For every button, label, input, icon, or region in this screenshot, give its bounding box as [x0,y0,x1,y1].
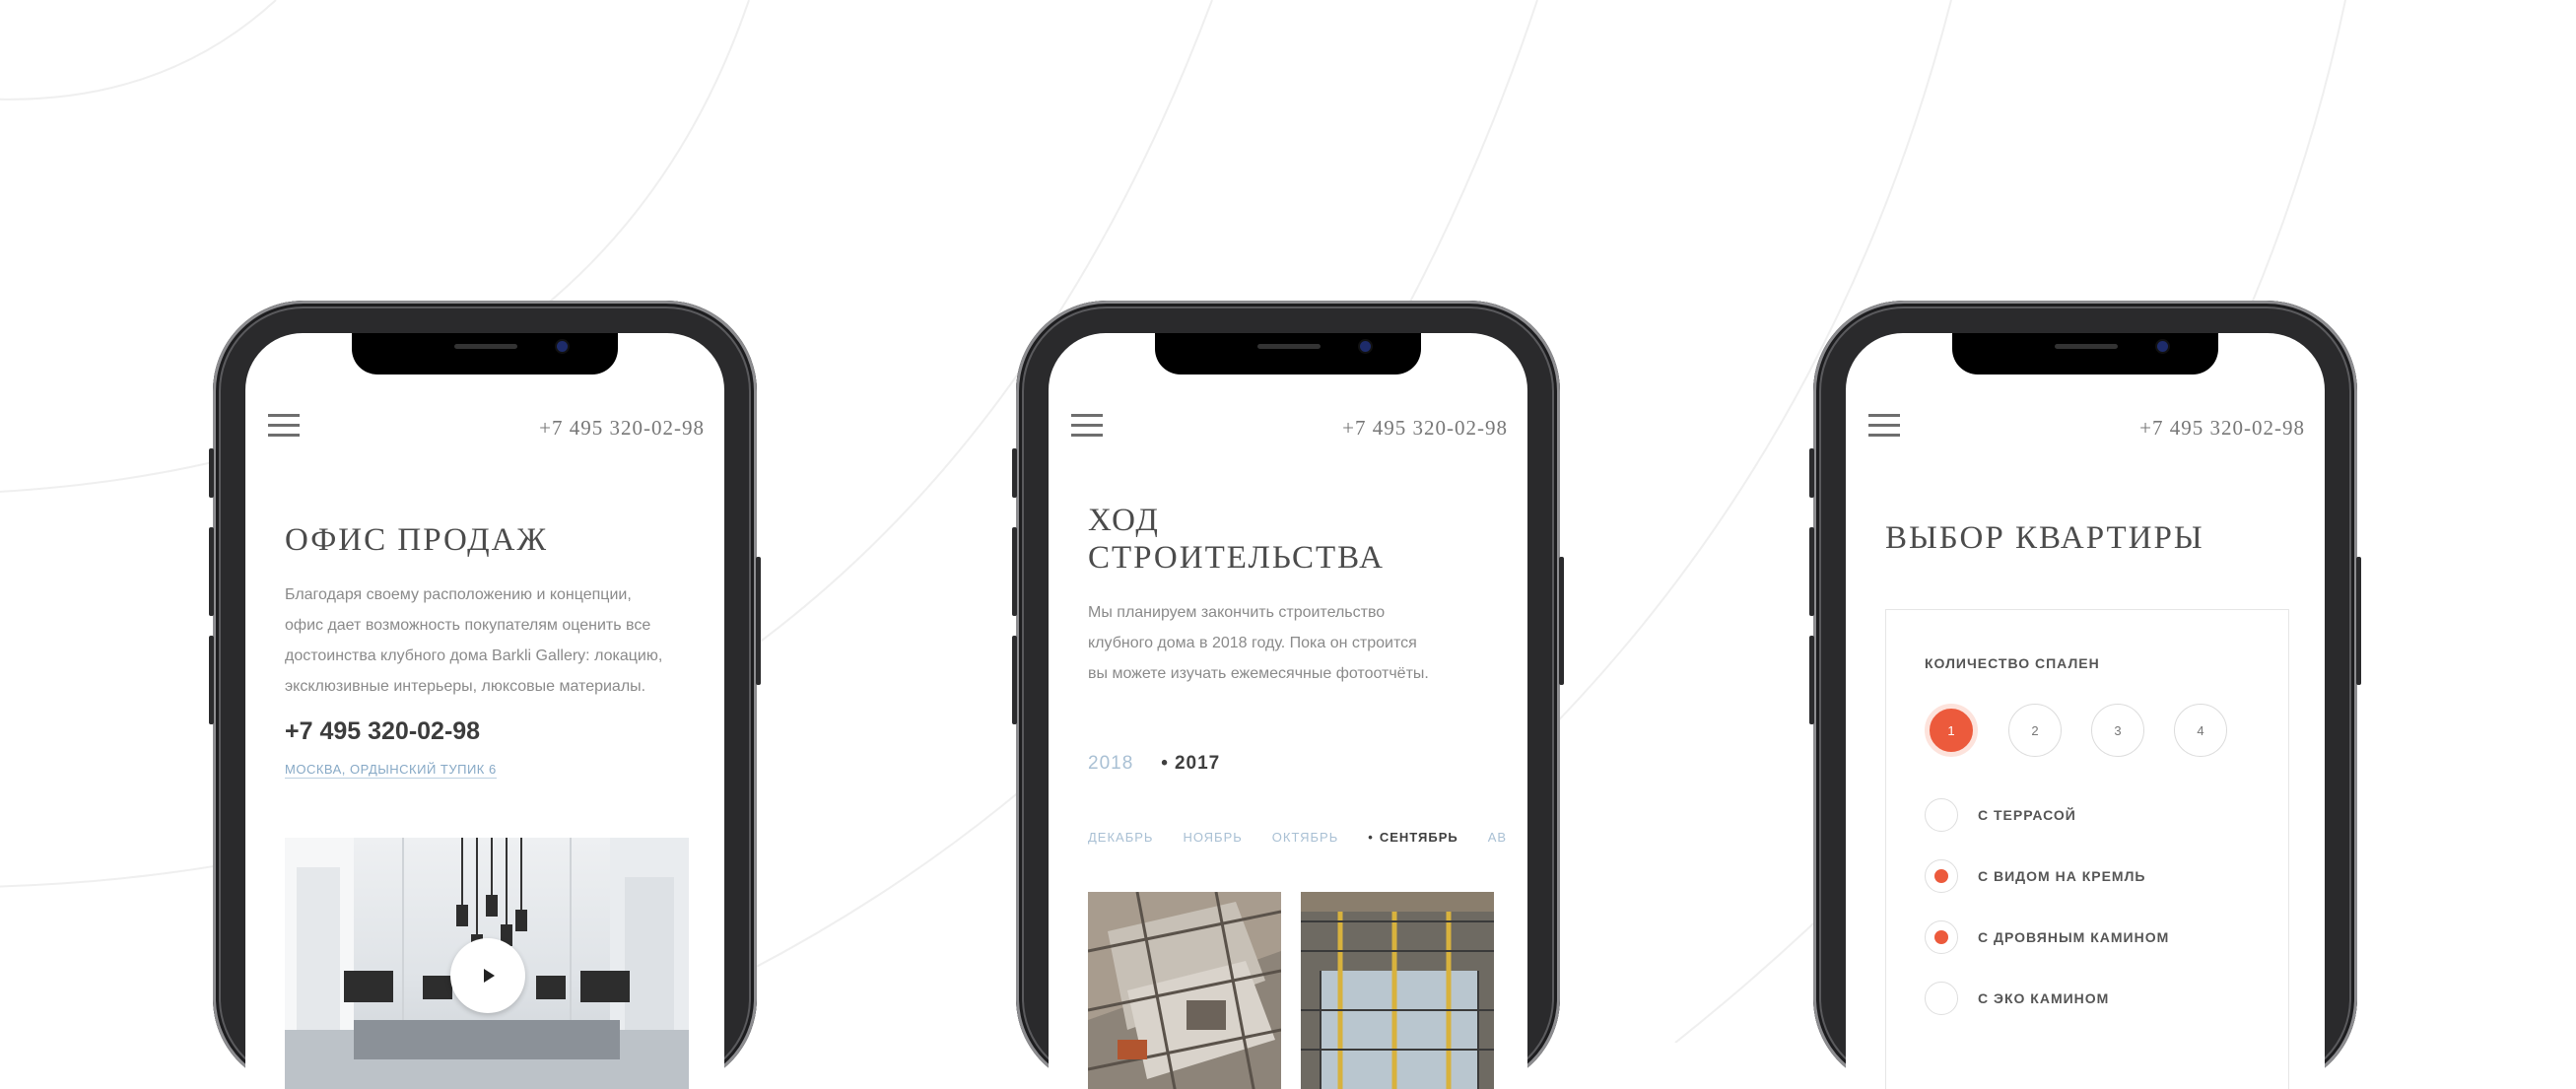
construction-photo[interactable] [1088,892,1281,1089]
screen: +7 495 320-02-98 ВЫБОР КВАРТИРЫ КОЛИЧЕСТ… [1846,333,2325,1089]
notch [352,333,618,374]
checkbox[interactable] [1925,982,1958,1015]
option-label: С ЭКО КАМИНОМ [1978,990,2110,1006]
description-line: эксклюзивные интерьеры, люксовые материа… [285,678,646,695]
apartment-filter-panel: КОЛИЧЕСТВО СПАЛЕН 1 2 3 4 С ТЕРРАСОЙ С В… [1885,609,2289,1089]
construction-photo[interactable] [1301,892,1494,1089]
description-line: достоинства клубного дома Barkli Gallery… [285,647,663,664]
bedrooms-option-2[interactable]: 2 [2008,704,2062,757]
side-button [209,448,214,498]
play-button[interactable] [450,938,525,1013]
side-button [1809,636,1814,724]
description-line: офис дает возможность покупателям оценит… [285,617,651,634]
screen: +7 495 320-02-98 ХОД СТРОИТЕЛЬСТВА Мы пл… [1049,333,1527,1089]
page-title: ВЫБОР КВАРТИРЫ [1885,520,2204,556]
tab-month-september[interactable]: • СЕНТЯБРЬ [1368,830,1457,845]
option-label: С ТЕРРАСОЙ [1978,807,2076,823]
construction-photo-illustration [1088,892,1281,1089]
phone-frame-apartment-selection: +7 495 320-02-98 ВЫБОР КВАРТИРЫ КОЛИЧЕСТ… [1809,301,2361,1089]
play-icon [484,969,495,983]
bedrooms-option-3[interactable]: 3 [2091,704,2144,757]
phone-frame-construction: +7 495 320-02-98 ХОД СТРОИТЕЛЬСТВА Мы пл… [1012,301,1564,1089]
notch [1952,333,2218,374]
description-line: вы можете изучать ежемесячные фотоотчёты… [1088,665,1429,682]
page-title: ОФИС ПРОДАЖ [285,522,549,558]
hamburger-menu-icon[interactable] [1071,414,1103,440]
header-phone-link[interactable]: +7 495 320-02-98 [1342,416,1508,441]
bedrooms-label: КОЛИЧЕСТВО СПАЛЕН [1925,655,2100,671]
side-button [756,557,761,685]
address-link[interactable]: МОСКВА, ОРДЫНСКИЙ ТУПИК 6 [285,762,497,779]
checkbox[interactable] [1925,859,1958,893]
tab-month-october[interactable]: ОКТЯБРЬ [1272,830,1338,845]
side-button [1012,527,1017,616]
side-button [1809,448,1814,498]
phone-frame-sales-office: +7 495 320-02-98 ОФИС ПРОДАЖ Благодаря с… [209,301,761,1089]
tab-year-2018[interactable]: 2018 [1088,753,1133,775]
tab-year-2017[interactable]: • 2017 [1161,753,1220,775]
year-tabs: 2018 • 2017 [1088,753,1248,775]
notch [1155,333,1421,374]
side-button [209,527,214,616]
tab-month-august[interactable]: АВ [1488,830,1507,845]
option-label: С ВИДОМ НА КРЕМЛЬ [1978,868,2146,884]
option-wood-fireplace[interactable]: С ДРОВЯНЫМ КАМИНОМ [1925,919,2169,955]
construction-photo-illustration [1301,892,1494,1089]
hamburger-menu-icon[interactable] [1868,414,1900,440]
tab-month-november[interactable]: НОЯБРЬ [1183,830,1242,845]
page-title-line: СТРОИТЕЛЬСТВА [1088,540,1385,576]
side-button [209,636,214,724]
option-kremlin-view[interactable]: С ВИДОМ НА КРЕМЛЬ [1925,858,2145,894]
option-label: С ДРОВЯНЫМ КАМИНОМ [1978,929,2170,945]
side-button [2356,557,2361,685]
bedrooms-option-4[interactable]: 4 [2174,704,2227,757]
side-button [1809,527,1814,616]
side-button [1012,448,1017,498]
option-eco-fireplace[interactable]: С ЭКО КАМИНОМ [1925,981,2109,1016]
header-phone-link[interactable]: +7 495 320-02-98 [539,416,705,441]
option-terrace[interactable]: С ТЕРРАСОЙ [1925,797,2076,833]
bedrooms-option-1[interactable]: 1 [1925,704,1978,757]
checkbox[interactable] [1925,920,1958,954]
description-line: Мы планируем закончить строительство [1088,604,1386,621]
month-tabs: ДЕКАБРЬ НОЯБРЬ ОКТЯБРЬ • СЕНТЯБРЬ АВ [1088,830,1527,845]
description-line: Благодаря своему расположению и концепци… [285,586,632,603]
hamburger-menu-icon[interactable] [268,414,300,440]
side-button [1012,636,1017,724]
description-line: клубного дома в 2018 году. Пока он строи… [1088,635,1417,651]
checkbox[interactable] [1925,798,1958,832]
side-button [1559,557,1564,685]
header-phone-link[interactable]: +7 495 320-02-98 [2139,416,2305,441]
screen: +7 495 320-02-98 ОФИС ПРОДАЖ Благодаря с… [245,333,724,1089]
video-thumbnail[interactable] [285,838,689,1089]
sales-phone-link[interactable]: +7 495 320-02-98 [285,717,480,746]
page-title-line: ХОД [1088,503,1160,538]
tab-month-december[interactable]: ДЕКАБРЬ [1088,830,1153,845]
